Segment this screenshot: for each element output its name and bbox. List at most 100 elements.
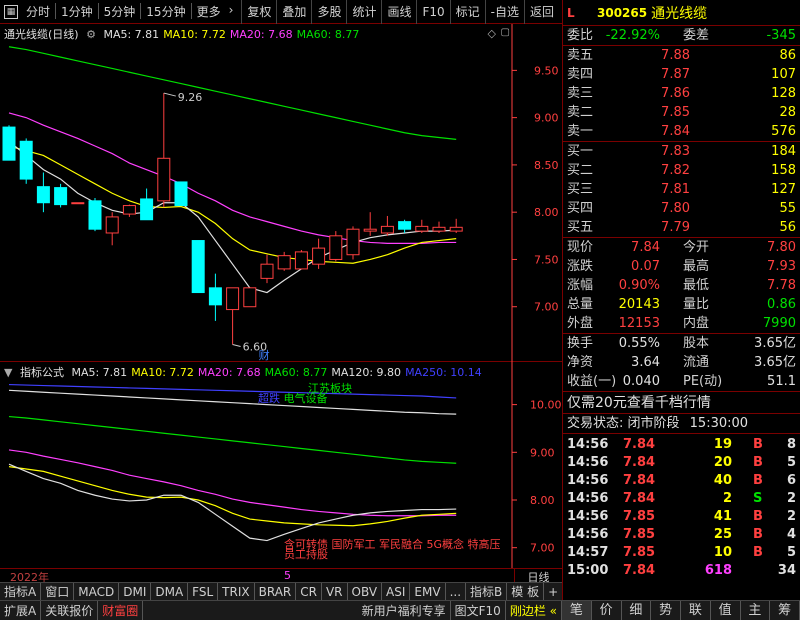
ind-tick-label: 7.00 [530,542,555,555]
period-tab-1[interactable]: 1分钟 [57,3,97,20]
period-tab-3[interactable]: 15分钟 [142,3,189,20]
kline-chart[interactable]: 9.509.008.508.007.507.009.266.60财 [0,24,562,362]
settings-gear-icon[interactable]: ⚙ [86,28,96,41]
indicator-tab-8[interactable]: CR [296,582,322,601]
indicator-tab-9[interactable]: VR [322,582,348,601]
bid-row[interactable]: 买一 7.83 184 [563,142,800,161]
side-tab-3[interactable]: 势 [651,601,681,620]
period-tab-2[interactable]: 5分钟 [100,3,140,20]
indicator-tab-5[interactable]: FSL [188,582,219,601]
toolbar-button-2[interactable]: 多股 [311,0,346,24]
indicator-tab-11[interactable]: ASI [382,582,411,601]
weicha-label: 委差 [683,28,710,43]
candle-up [226,287,240,311]
side-tab-4[interactable]: 联 [681,601,711,620]
extension-tab-1[interactable]: 关联报价 [41,600,99,620]
side-tab-0[interactable]: 笔 [562,601,592,620]
more-arrow-icon[interactable]: › [225,3,238,20]
indicator-chart-panel[interactable]: 10.00 9.00 8.00 7.00 ▼ 指标公式 MA5: 7.81 MA10: … [0,362,562,568]
tag-chaodie[interactable]: 超跌 [258,392,280,405]
tick-volume: 10 [713,545,732,560]
indicator-tab-4[interactable]: DMA [151,582,189,601]
candle-up [312,247,326,265]
bid-volume: 55 [779,201,796,216]
indicator-tab-15[interactable]: 模 板 [507,582,545,601]
tick-count: 6 [786,473,796,488]
indicator-ma-values: MA5: 7.81 MA10: 7.72 MA20: 7.68 MA60: 8.77 M… [71,366,485,379]
candle-up [71,202,85,205]
side-tab-5[interactable]: 值 [711,601,741,620]
bid-volume: 158 [771,163,796,178]
indicator-tab-7[interactable]: BRAR [255,582,297,601]
side-tab-1[interactable]: 价 [592,601,622,620]
right-tab-2[interactable]: 刚边栏 « [506,600,562,620]
ask-row[interactable]: 卖五 7.88 86 [563,46,800,65]
weibi-value: -22.92% [605,28,660,43]
stock-code: 300265 [597,5,648,20]
high-marker-line [163,92,176,97]
tick-price: 7.85 [623,545,656,560]
fund-label2: 流通 [683,355,710,370]
ma10-line [8,145,457,264]
toolbar-button-1[interactable]: 叠加 [276,0,311,24]
period-tab-0[interactable]: 分时 [22,3,54,20]
period-tab-4[interactable]: 更多 [193,3,225,20]
side-tab-6[interactable]: 主 [741,601,771,620]
expand-icon[interactable]: ▢ [501,27,510,38]
grid-icon[interactable]: ▦ [4,4,18,19]
period-tabs: 分时 1分钟 5分钟 15分钟 更多 › [22,3,237,20]
indicator-tab-6[interactable]: TRIX [218,582,255,601]
toolbar-button-4[interactable]: 画线 [381,0,416,24]
ask-row[interactable]: 卖一 7.84 576 [563,122,800,141]
right-tab-1[interactable]: 图文F10 [451,600,506,620]
diamond-icon[interactable]: ◇ [488,27,496,40]
toolbar-button-7[interactable]: -自选 [484,0,524,24]
tick-count: 8 [786,437,796,452]
tick-list[interactable]: 14:56 7.84 19 B 8 14:56 7.84 20 B 5 14:56 7.84 40 B 6 1… [563,434,800,580]
tick-price: 7.84 [623,491,656,506]
tag-employee[interactable]: 员工持股 [284,549,501,560]
ask-volume: 107 [771,67,796,82]
indicator-tab-3[interactable]: DMI [119,582,152,601]
stat-value: 20143 [618,297,660,312]
indicator-tab-2[interactable]: MACD [74,582,120,601]
indicator-tab-14[interactable]: 指标B [466,582,508,601]
bid-row[interactable]: 买三 7.81 127 [563,180,800,199]
ma20-line [8,112,457,244]
indicator-tab-12[interactable]: EMV [410,582,446,601]
toolbar-button-8[interactable]: 返回 [524,0,559,24]
tick-volume: 19 [713,437,732,452]
bid-row[interactable]: 买四 7.80 55 [563,199,800,218]
trade-status: 交易状态: 闭市阶段 15:30:00 [563,414,800,434]
indicator-tabs: 指标A 窗口 MACD DMI DMA FSL TRIX BRAR CR VR OBV ASI EMV.… [0,582,577,601]
toolbar-button-5[interactable]: F10 [416,0,449,24]
ask-row[interactable]: 卖二 7.85 28 [563,103,800,122]
promo-banner[interactable]: 仅需20元查看千档行情 [563,392,800,414]
tag-dianqi[interactable]: 电气设备 [284,392,328,405]
ask-row[interactable]: 卖三 7.86 128 [563,84,800,103]
toolbar-button-3[interactable]: 统计 [346,0,381,24]
candle-down [208,287,222,306]
indicator-tab-10[interactable]: OBV [348,582,383,601]
toolbar-separator [140,3,142,19]
period-label[interactable]: 日线 [514,569,562,584]
indicator-tab-13[interactable]: ... [446,582,467,601]
toolbar-button-6[interactable]: 标记 [449,0,485,24]
indicator-tab-1[interactable]: 窗口 [41,582,75,601]
bid-row[interactable]: 买五 7.79 56 [563,218,800,237]
kline-chart-panel[interactable]: 9.50 9.00 8.50 8.00 7.50 7.00 9.26 6.60 财 通光线缆(日… [0,24,562,362]
dropdown-icon[interactable]: ▼ [4,366,12,379]
stat-label: 总量 [567,297,594,312]
indicator-tab-0[interactable]: 指标A [0,582,42,601]
side-tab-7[interactable]: 筹 [770,601,800,620]
ask-row[interactable]: 卖四 7.87 107 [563,65,800,84]
indicator-ma-label-3: MA60: 8.77 [264,366,328,379]
extension-tab-0[interactable]: 扩展A [0,600,42,620]
bid-row[interactable]: 买二 7.82 158 [563,161,800,180]
right-tab-0[interactable]: 新用户福利专享 [358,600,451,620]
toolbar-button-0[interactable]: 复权 [241,0,276,24]
indicator-tab-16[interactable]: + [544,582,564,601]
extension-tab-2[interactable]: 财富圈 [98,600,144,620]
stat-row: 外盘 12153 内盘 7990 [563,314,800,333]
side-tab-2[interactable]: 细 [622,601,652,620]
